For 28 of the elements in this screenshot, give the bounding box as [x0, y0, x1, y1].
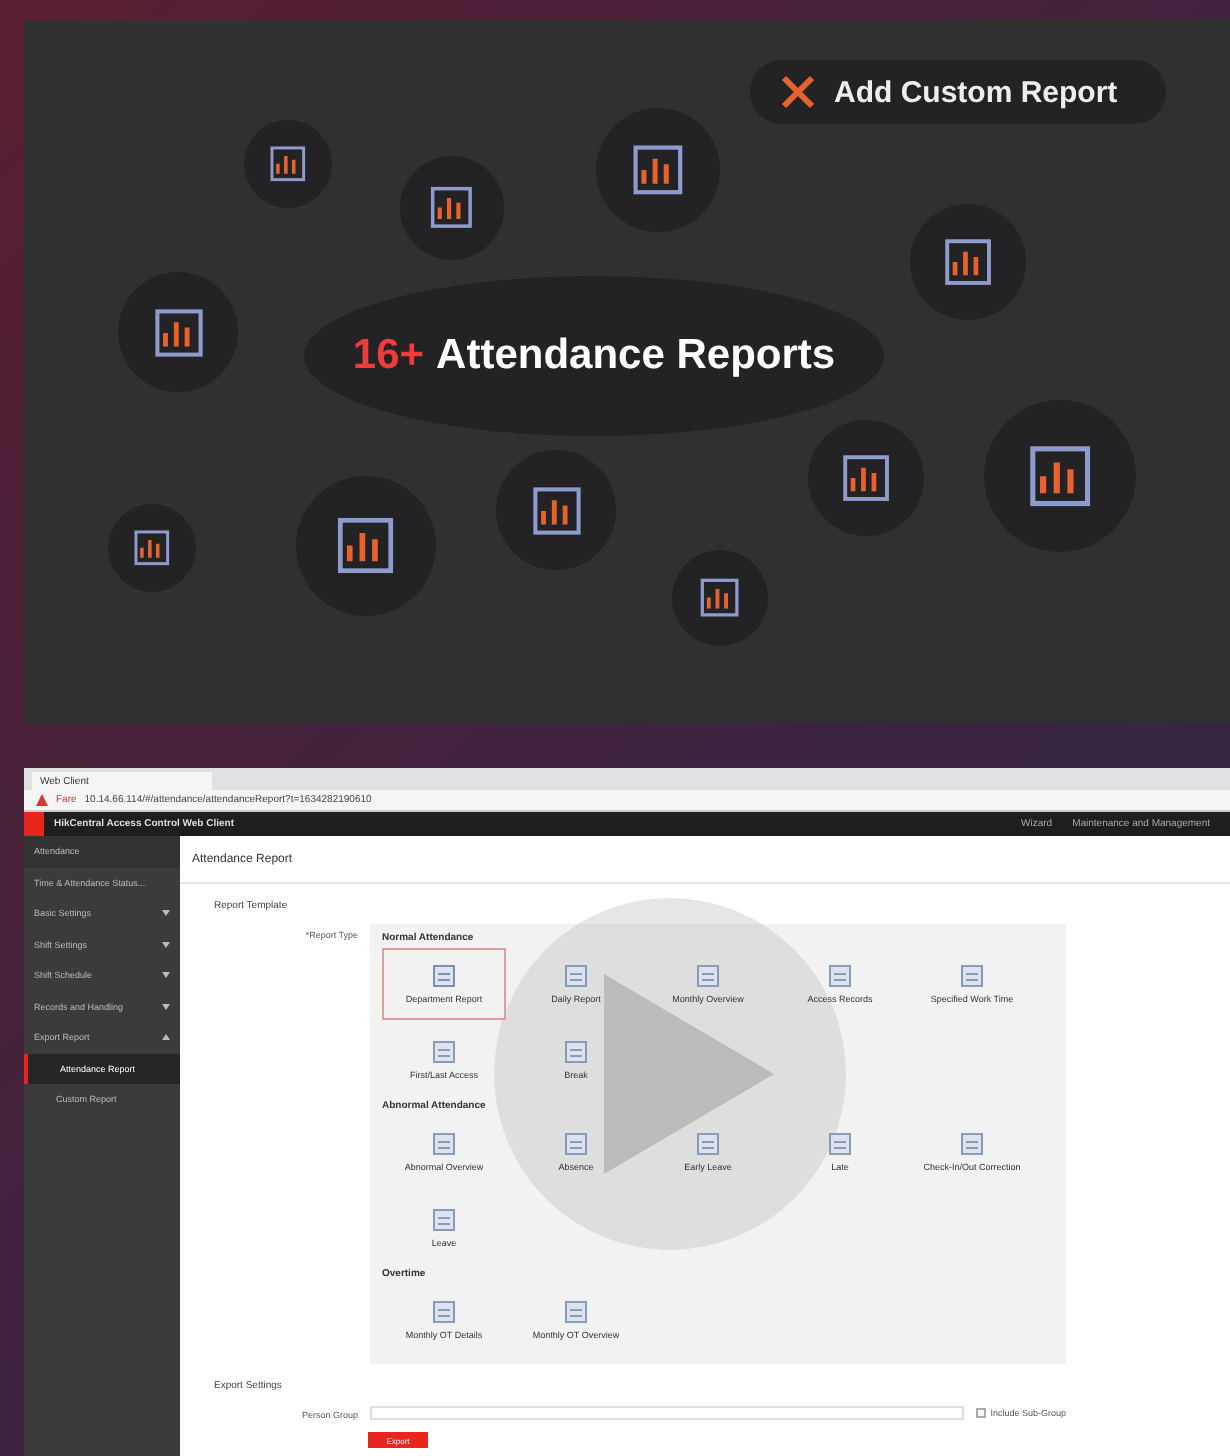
- warning-icon: [36, 794, 48, 806]
- report-icon: [432, 1208, 456, 1232]
- report-icon: [432, 1132, 456, 1156]
- person-group-field[interactable]: [370, 1405, 965, 1419]
- report-icon: [432, 1040, 456, 1064]
- report-icon: [108, 504, 196, 592]
- headline: Attendance Reports: [436, 332, 836, 380]
- report-icon: [432, 964, 456, 988]
- report-count: 16+: [352, 332, 425, 380]
- report-icon: [960, 964, 984, 988]
- report-icon: [672, 550, 768, 646]
- caret-icon: [162, 941, 170, 948]
- report-icon: [564, 1132, 588, 1156]
- report-icon: [696, 964, 720, 988]
- report-icon: [564, 1040, 588, 1064]
- caret-icon: [162, 1003, 170, 1010]
- report-icon: [564, 964, 588, 988]
- report-icon: [244, 120, 332, 208]
- report-icon: [696, 1132, 720, 1156]
- caret-icon: [162, 1034, 170, 1041]
- report-icon: [828, 964, 852, 988]
- report-icon: [960, 1132, 984, 1156]
- caret-icon: [162, 972, 170, 979]
- report-icon: [828, 1132, 852, 1156]
- badge-text: Add Custom Report: [834, 75, 1118, 109]
- report-icon: [432, 1300, 456, 1324]
- report-icon: [564, 1300, 588, 1324]
- caret-icon: [162, 910, 170, 917]
